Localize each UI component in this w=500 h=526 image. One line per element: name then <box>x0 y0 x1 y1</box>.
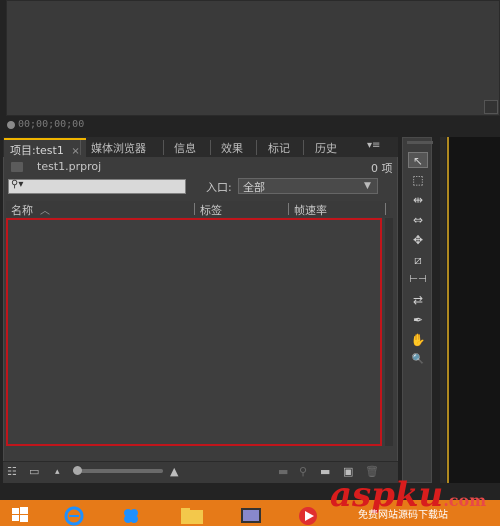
tab-project-label: 项目:test1 <box>10 144 64 157</box>
column-label[interactable]: 标签 <box>200 202 222 218</box>
internet-explorer-icon[interactable] <box>63 505 84 526</box>
search-input[interactable] <box>8 179 186 194</box>
slide-tool-icon[interactable]: ⇄ <box>408 292 428 308</box>
pen-tool-icon[interactable]: ✒ <box>408 312 428 328</box>
track-select-tool-icon[interactable]: ⬚ <box>408 172 428 188</box>
column-header-row <box>6 201 390 217</box>
rate-stretch-tool-icon[interactable]: ✥ <box>408 232 428 248</box>
column-divider[interactable] <box>385 203 386 215</box>
item-count: 0 项 <box>371 162 393 175</box>
tab-project[interactable]: 项目:test1 × <box>4 138 86 157</box>
column-frame-rate[interactable]: 帧速率 <box>294 202 327 218</box>
hand-tool-icon[interactable]: ✋ <box>408 332 428 348</box>
panel-menu-icon[interactable]: ▾≡ <box>367 140 380 151</box>
automate-icon[interactable]: ▬ <box>278 465 288 478</box>
find-icon[interactable]: ⚲ <box>299 465 307 478</box>
zoom-in-icon[interactable]: ▲ <box>170 465 178 478</box>
zoom-slider-handle[interactable] <box>73 466 82 475</box>
file-explorer-icon[interactable] <box>180 505 203 525</box>
monitor-resize-handle[interactable] <box>484 100 498 114</box>
playhead-marker-icon[interactable] <box>7 121 15 129</box>
inpoint-selected-value: 全部 <box>243 181 265 194</box>
tab-divider <box>210 140 211 155</box>
media-player-icon[interactable] <box>240 505 261 525</box>
tools-panel <box>402 137 432 483</box>
tab-divider <box>163 140 164 155</box>
search-icon[interactable]: ⚲▾ <box>11 179 23 190</box>
new-bin-icon[interactable]: ▬ <box>320 465 330 478</box>
timeline-panel <box>447 137 500 483</box>
column-divider[interactable] <box>288 203 289 215</box>
selection-tool-icon[interactable]: ↖ <box>408 152 428 168</box>
rolling-edit-tool-icon[interactable]: ⇔ <box>408 212 428 228</box>
column-name[interactable]: 名称 <box>11 202 33 218</box>
panel-divider[interactable] <box>440 137 446 483</box>
ripple-edit-tool-icon[interactable]: ⇹ <box>408 192 428 208</box>
tab-divider <box>80 140 81 155</box>
timecode-display[interactable]: 00;00;00;00 <box>18 119 84 130</box>
razor-tool-icon[interactable]: ⧄ <box>408 252 428 268</box>
tab-effects[interactable]: 效果 <box>215 138 249 157</box>
sort-ascending-icon[interactable]: ︿ <box>40 202 50 217</box>
watermark-caption: 免费网站源码下载站 <box>358 510 448 521</box>
tab-history[interactable]: 历史 <box>309 138 343 157</box>
program-monitor <box>6 0 500 116</box>
project-thumbnail-icon <box>11 162 23 172</box>
list-scrollbar[interactable] <box>385 218 393 446</box>
windows-start-icon[interactable] <box>10 505 30 525</box>
project-file-name: test1.prproj <box>37 160 102 173</box>
icon-view-icon[interactable]: ▭ <box>29 465 39 478</box>
tab-close-icon[interactable]: × <box>71 146 79 157</box>
zoom-out-icon[interactable]: ▴ <box>55 467 60 477</box>
tab-divider <box>256 140 257 155</box>
panel-grip[interactable] <box>407 141 433 144</box>
zoom-slider[interactable] <box>73 469 163 473</box>
column-divider[interactable] <box>194 203 195 215</box>
video-app-icon[interactable] <box>297 505 317 525</box>
tab-media-browser[interactable]: 媒体浏览器 <box>85 138 152 157</box>
app-icon[interactable] <box>120 505 140 525</box>
slip-tool-icon[interactable]: ⊢⊣ <box>408 272 428 288</box>
tab-info[interactable]: 信息 <box>168 138 202 157</box>
project-item-list[interactable] <box>6 218 382 446</box>
tab-divider <box>303 140 304 155</box>
list-view-icon[interactable]: ☷ <box>7 465 17 478</box>
chevron-down-icon[interactable]: ▼ <box>364 181 371 191</box>
inpoint-label: 入口: <box>206 181 232 194</box>
zoom-tool-icon[interactable]: 🔍 <box>408 352 428 368</box>
tab-markers[interactable]: 标记 <box>262 138 296 157</box>
